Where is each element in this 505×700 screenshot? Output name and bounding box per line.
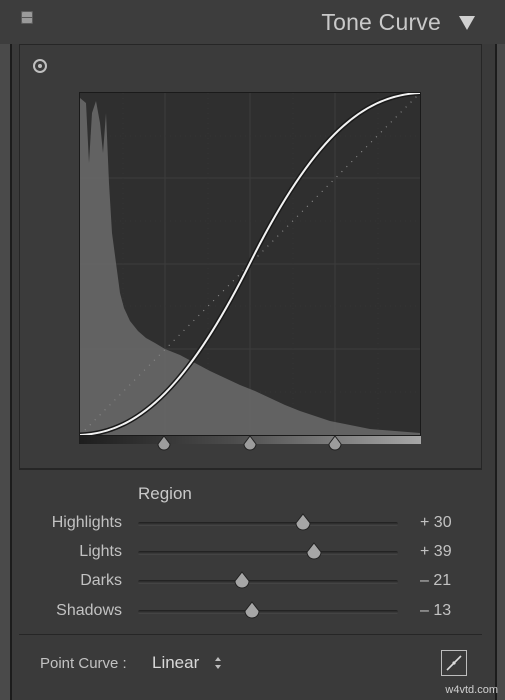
slider-label: Lights [79,543,122,560]
slider-track[interactable] [138,551,398,555]
slider-value[interactable]: – 21 [420,572,451,590]
slider-value[interactable]: – 13 [420,602,451,620]
section-divider [19,634,482,635]
slider-lights[interactable]: Lights + 39 [0,540,505,566]
slider-value[interactable]: + 39 [420,543,452,561]
region-heading: Region [138,484,192,503]
panel-header[interactable]: Tone Curve [0,0,505,44]
slider-label: Highlights [51,514,122,531]
split-handle-highlights[interactable] [326,435,344,452]
section-divider [19,469,482,470]
panel-toggle-icon[interactable] [21,11,33,24]
slider-thumb[interactable] [243,601,261,621]
slider-track[interactable] [138,610,398,614]
point-curve-label: Point Curve : [40,655,127,672]
target-adjust-icon[interactable] [33,59,47,73]
select-arrows-icon[interactable] [214,656,222,670]
slider-shadows[interactable]: Shadows – 13 [0,599,505,625]
slider-label: Darks [80,572,122,589]
edit-point-curve-icon [446,655,462,671]
slider-track[interactable] [138,580,398,584]
collapse-triangle-icon[interactable] [459,16,475,30]
slider-thumb[interactable] [294,513,312,533]
slider-thumb[interactable] [305,542,323,562]
panel-title: Tone Curve [321,9,441,35]
slider-track[interactable] [138,522,398,526]
split-handle-midtones[interactable] [241,435,259,452]
tone-curve-graph[interactable] [79,92,421,436]
slider-thumb[interactable] [233,571,251,591]
slider-highlights[interactable]: Highlights + 30 [0,511,505,537]
tone-curve-svg [80,93,420,435]
watermark: w4vtd.com [445,684,498,696]
slider-darks[interactable]: Darks – 21 [0,569,505,595]
point-curve-select[interactable]: Linear [152,653,199,673]
edit-point-curve-button[interactable] [441,650,467,676]
slider-value[interactable]: + 30 [420,514,452,532]
slider-label: Shadows [56,602,122,619]
split-handle-shadows[interactable] [155,435,173,452]
